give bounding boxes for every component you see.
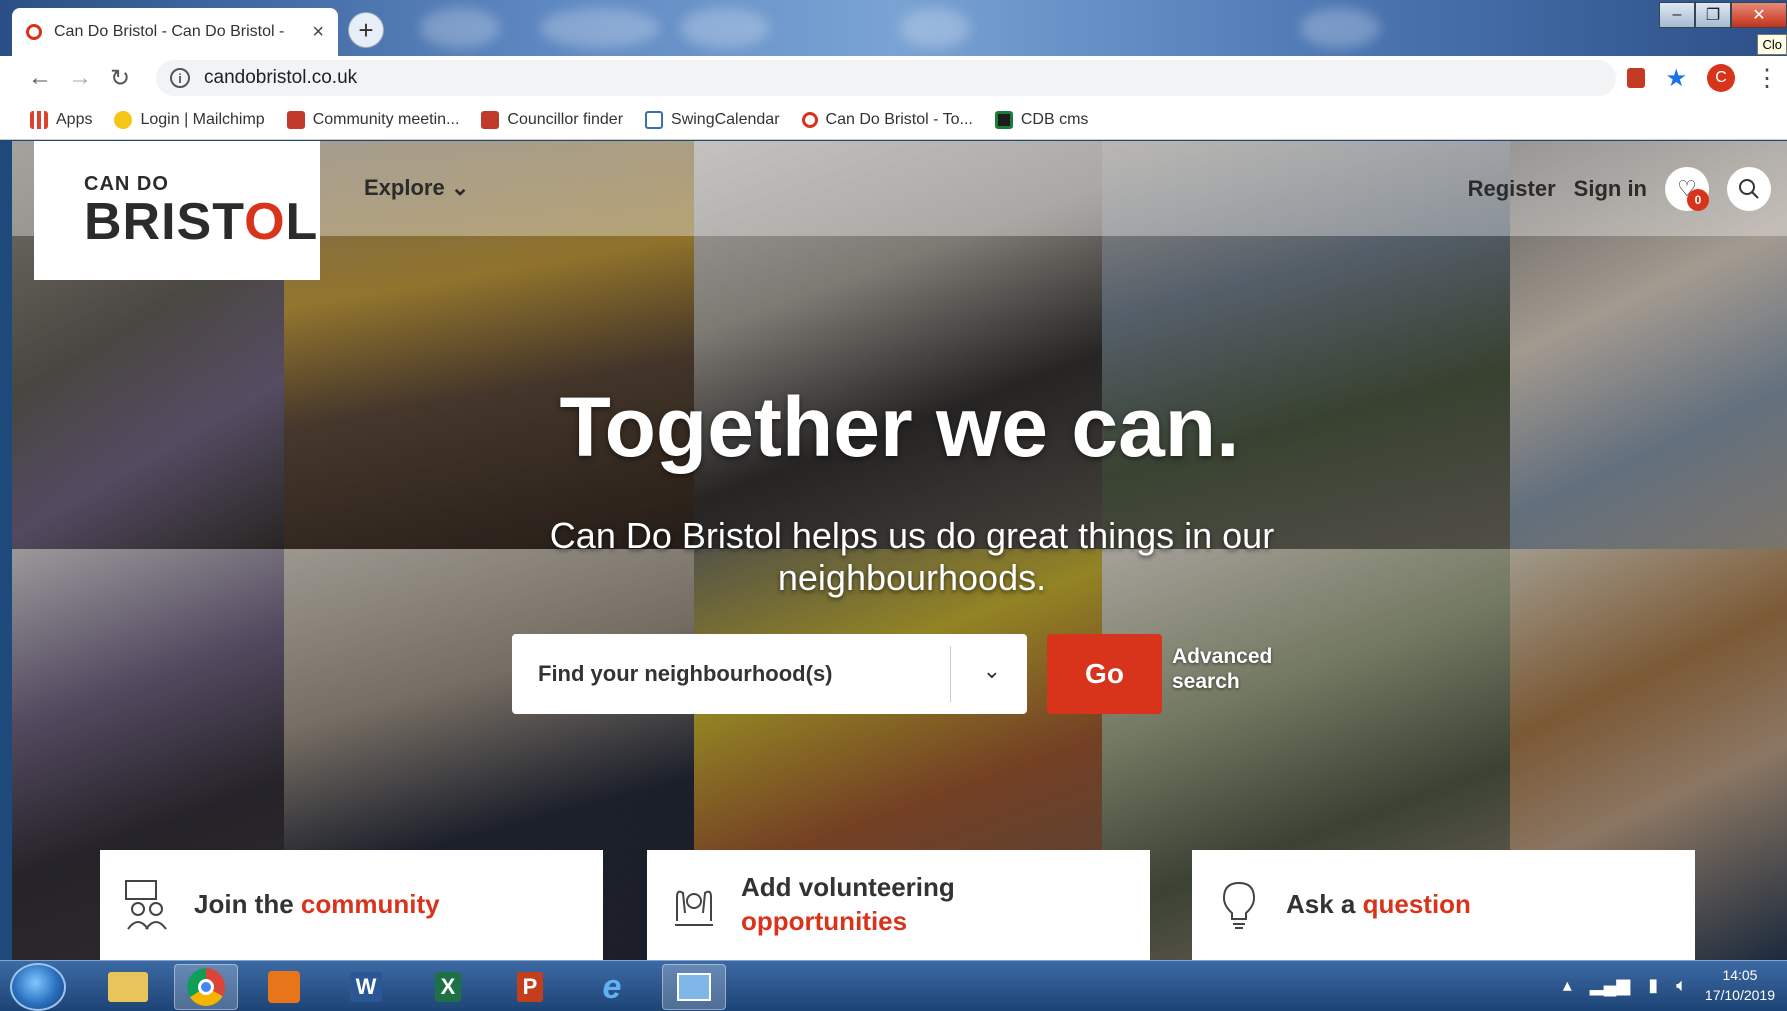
bookmarks-bar: Apps Login | Mailchimp Community meetin.… — [0, 100, 1787, 140]
network-signal-icon[interactable]: ▂▄▆ — [1590, 975, 1630, 996]
candobristol-icon — [801, 111, 818, 128]
bookmark-swingcalendar[interactable]: SwingCalendar — [645, 110, 780, 129]
browser-toolbar: ← → ↻ i candobristol.co.uk ★ C ⋮ — [0, 56, 1787, 100]
menu-dots-icon[interactable]: ⋮ — [1755, 64, 1779, 93]
remote-desktop-icon[interactable] — [662, 964, 726, 1010]
clock[interactable]: 14:05 17/10/2019 — [1705, 965, 1775, 1006]
bookmark-councillor-finder[interactable]: Councillor finder — [481, 110, 624, 129]
bookmark-mailchimp[interactable]: Login | Mailchimp — [114, 110, 265, 129]
word-icon[interactable]: W — [334, 964, 398, 1010]
chevron-down-icon: ⌄ — [450, 175, 470, 200]
browser-tab-active[interactable]: Can Do Bristol - Can Do Bristol - × — [12, 8, 338, 56]
ask-question-card[interactable]: Ask a question — [1192, 850, 1695, 960]
search-icon — [1739, 179, 1759, 199]
maximize-button[interactable]: ❐ — [1695, 2, 1731, 28]
bookmark-label: SwingCalendar — [671, 110, 780, 128]
clock-date: 17/10/2019 — [1704, 987, 1775, 1004]
calendar-icon — [645, 110, 664, 129]
card-text: Join the community — [194, 889, 440, 920]
reload-icon[interactable]: ↻ — [100, 64, 140, 93]
internet-explorer-icon[interactable]: e — [580, 964, 644, 1010]
go-button[interactable]: Go — [1047, 634, 1162, 714]
bookmark-apps[interactable]: Apps — [30, 110, 93, 129]
close-tooltip: Clo — [1757, 34, 1787, 55]
card-text: Ask a question — [1286, 889, 1471, 920]
window-controls: – ❐ ✕ — [1659, 2, 1787, 32]
logo-main-text: BRISTOL — [84, 193, 319, 251]
mailchimp-icon — [114, 110, 133, 129]
favourites-button[interactable]: ♡ 0 — [1665, 167, 1709, 211]
council-icon — [481, 110, 500, 129]
clock-time: 14:05 — [1722, 967, 1758, 983]
neighbourhood-search-input[interactable] — [538, 661, 938, 687]
powerpoint-icon[interactable]: P — [498, 964, 562, 1010]
candobristol-favicon-icon — [26, 24, 42, 40]
profile-avatar[interactable]: C — [1707, 64, 1735, 92]
volume-icon[interactable]: 🔈︎ — [1676, 975, 1687, 996]
close-window-button[interactable]: ✕ — [1731, 2, 1787, 28]
back-arrow-icon[interactable]: ← — [20, 64, 60, 92]
chevron-down-icon[interactable]: ⌄ — [983, 658, 1001, 684]
register-link[interactable]: Register — [1468, 176, 1556, 202]
chrome-icon[interactable] — [174, 964, 238, 1010]
start-button[interactable] — [10, 963, 66, 1011]
bookmark-community-meetings[interactable]: Community meetin... — [286, 110, 460, 129]
explore-label: Explore — [364, 175, 445, 200]
site-info-icon[interactable]: i — [170, 68, 190, 88]
search-button[interactable] — [1727, 167, 1771, 211]
explorer-icon[interactable] — [96, 964, 160, 1010]
advanced-search-link[interactable]: Advanced search — [1172, 644, 1302, 694]
bookmark-label: Councillor finder — [507, 110, 624, 128]
bookmark-label: Can Do Bristol - To... — [825, 110, 973, 128]
lightbulb-icon — [1222, 881, 1256, 929]
hero-title: Together we can. — [559, 380, 1240, 474]
divider — [950, 646, 951, 702]
excel-icon[interactable]: X — [416, 964, 480, 1010]
address-bar[interactable]: i candobristol.co.uk — [156, 60, 1616, 96]
sign-in-link[interactable]: Sign in — [1574, 176, 1647, 202]
site-logo[interactable]: CAN DO BRISTOL — [34, 141, 320, 280]
bookmark-star-icon[interactable]: ★ — [1665, 64, 1687, 93]
minimize-button[interactable]: – — [1659, 2, 1695, 28]
web-page: CAN DO BRISTOL Explore ⌄ Register Sign i… — [12, 141, 1787, 960]
community-icon — [125, 880, 167, 930]
council-icon — [286, 110, 305, 129]
tab-close-icon[interactable]: × — [312, 21, 324, 44]
media-player-icon[interactable] — [252, 964, 316, 1010]
windows-taskbar: W X P e ▴ ▂▄▆ ▮ 🔈︎ 14:05 17/10/2019 — [0, 960, 1787, 1011]
system-tray: ▴ ▂▄▆ ▮ 🔈︎ 14:05 17/10/2019 — [1563, 965, 1775, 1006]
join-community-card[interactable]: Join the community — [100, 850, 603, 960]
hero-subtitle: Can Do Bristol helps us do great things … — [549, 515, 1275, 599]
explore-menu[interactable]: Explore ⌄ — [364, 175, 469, 201]
bookmark-label: Apps — [56, 110, 93, 128]
forward-arrow-icon[interactable]: → — [60, 64, 100, 92]
bookmark-label: Community meetin... — [312, 110, 460, 128]
neighbourhood-select[interactable]: ⌄ — [512, 634, 1027, 714]
add-volunteering-card[interactable]: Add volunteering opportunities — [647, 850, 1150, 960]
show-hidden-icons-icon[interactable]: ▴ — [1563, 975, 1572, 996]
new-tab-button[interactable]: + — [348, 12, 384, 48]
browser-titlebar: Can Do Bristol - Can Do Bristol - × + – … — [0, 0, 1787, 56]
apps-grid-icon — [30, 110, 48, 129]
tab-title: Can Do Bristol - Can Do Bristol - — [54, 23, 285, 40]
card-text: Add volunteering opportunities — [741, 872, 955, 936]
favourites-count-badge: 0 — [1687, 189, 1709, 211]
cms-icon — [994, 110, 1013, 129]
volunteering-icon — [675, 890, 713, 926]
bookmark-label: Login | Mailchimp — [140, 110, 265, 128]
power-icon[interactable]: ▮ — [1648, 975, 1658, 996]
bookmark-cdb-cms[interactable]: CDB cms — [994, 110, 1089, 129]
extension-icon[interactable] — [1627, 68, 1646, 88]
url-text[interactable]: candobristol.co.uk — [204, 67, 357, 89]
bookmark-candobristol[interactable]: Can Do Bristol - To... — [801, 110, 973, 129]
bookmark-label: CDB cms — [1020, 110, 1089, 128]
